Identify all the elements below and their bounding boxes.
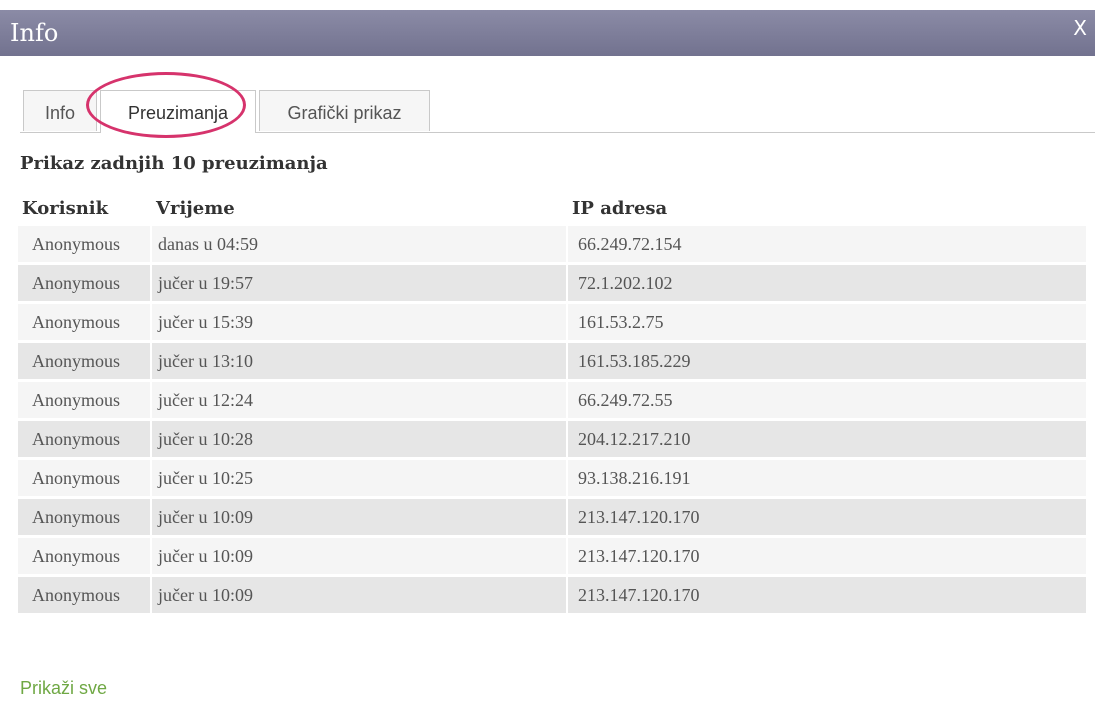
cell-ip: 161.53.2.75 [568,304,1086,340]
cell-time: jučer u 10:09 [152,577,566,613]
table-row: Anonymous jučer u 10:28 204.12.217.210 [18,421,1086,457]
table-row: Anonymous jučer u 10:25 93.138.216.191 [18,460,1086,496]
cell-time: jučer u 15:39 [152,304,566,340]
cell-ip: 93.138.216.191 [568,460,1086,496]
cell-ip: 66.249.72.154 [568,226,1086,262]
column-header-ip-adresa: IP adresa [572,197,668,219]
tab-bar: Info Preuzimanja Grafički prikaz [20,90,1095,133]
cell-ip: 213.147.120.170 [568,538,1086,574]
downloads-table: Korisnik Vrijeme IP adresa Anonymous dan… [16,190,1088,616]
cell-ip: 72.1.202.102 [568,265,1086,301]
dialog-title: Info [10,19,59,47]
cell-time: jučer u 10:28 [152,421,566,457]
cell-user: Anonymous [18,343,150,379]
cell-time: jučer u 10:09 [152,538,566,574]
cell-time: jučer u 10:09 [152,499,566,535]
cell-user: Anonymous [18,538,150,574]
table-row: Anonymous jučer u 10:09 213.147.120.170 [18,499,1086,535]
section-title: Prikaz zadnjih 10 preuzimanja [20,153,328,174]
table-row: Anonymous jučer u 13:10 161.53.185.229 [18,343,1086,379]
dialog-titlebar: Info X [0,10,1095,56]
table-header-row: Korisnik Vrijeme IP adresa [18,193,1086,223]
cell-user: Anonymous [18,499,150,535]
cell-user: Anonymous [18,304,150,340]
column-header-korisnik: Korisnik [22,197,109,219]
table-row: Anonymous jučer u 10:09 213.147.120.170 [18,538,1086,574]
table-row: Anonymous danas u 04:59 66.249.72.154 [18,226,1086,262]
cell-time: jučer u 19:57 [152,265,566,301]
show-all-link[interactable]: Prikaži sve [20,678,107,699]
cell-user: Anonymous [18,226,150,262]
cell-time: jučer u 12:24 [152,382,566,418]
cell-user: Anonymous [18,421,150,457]
table-row: Anonymous jučer u 19:57 72.1.202.102 [18,265,1086,301]
cell-ip: 66.249.72.55 [568,382,1086,418]
cell-ip: 204.12.217.210 [568,421,1086,457]
cell-user: Anonymous [18,382,150,418]
cell-ip: 213.147.120.170 [568,577,1086,613]
tab-graficki-prikaz[interactable]: Grafički prikaz [259,90,430,131]
table-row: Anonymous jučer u 15:39 161.53.2.75 [18,304,1086,340]
table-row: Anonymous jučer u 12:24 66.249.72.55 [18,382,1086,418]
cell-ip: 161.53.185.229 [568,343,1086,379]
cell-time: jučer u 10:25 [152,460,566,496]
table-row: Anonymous jučer u 10:09 213.147.120.170 [18,577,1086,613]
cell-user: Anonymous [18,577,150,613]
cell-user: Anonymous [18,460,150,496]
info-dialog: Info X Info Preuzimanja Grafički prikaz … [0,0,1095,705]
cell-time: danas u 04:59 [152,226,566,262]
tab-info[interactable]: Info [23,90,97,131]
column-header-vrijeme: Vrijeme [156,197,235,219]
cell-user: Anonymous [18,265,150,301]
cell-ip: 213.147.120.170 [568,499,1086,535]
close-button[interactable]: X [1073,16,1087,40]
tab-preuzimanja[interactable]: Preuzimanja [100,90,256,133]
cell-time: jučer u 13:10 [152,343,566,379]
